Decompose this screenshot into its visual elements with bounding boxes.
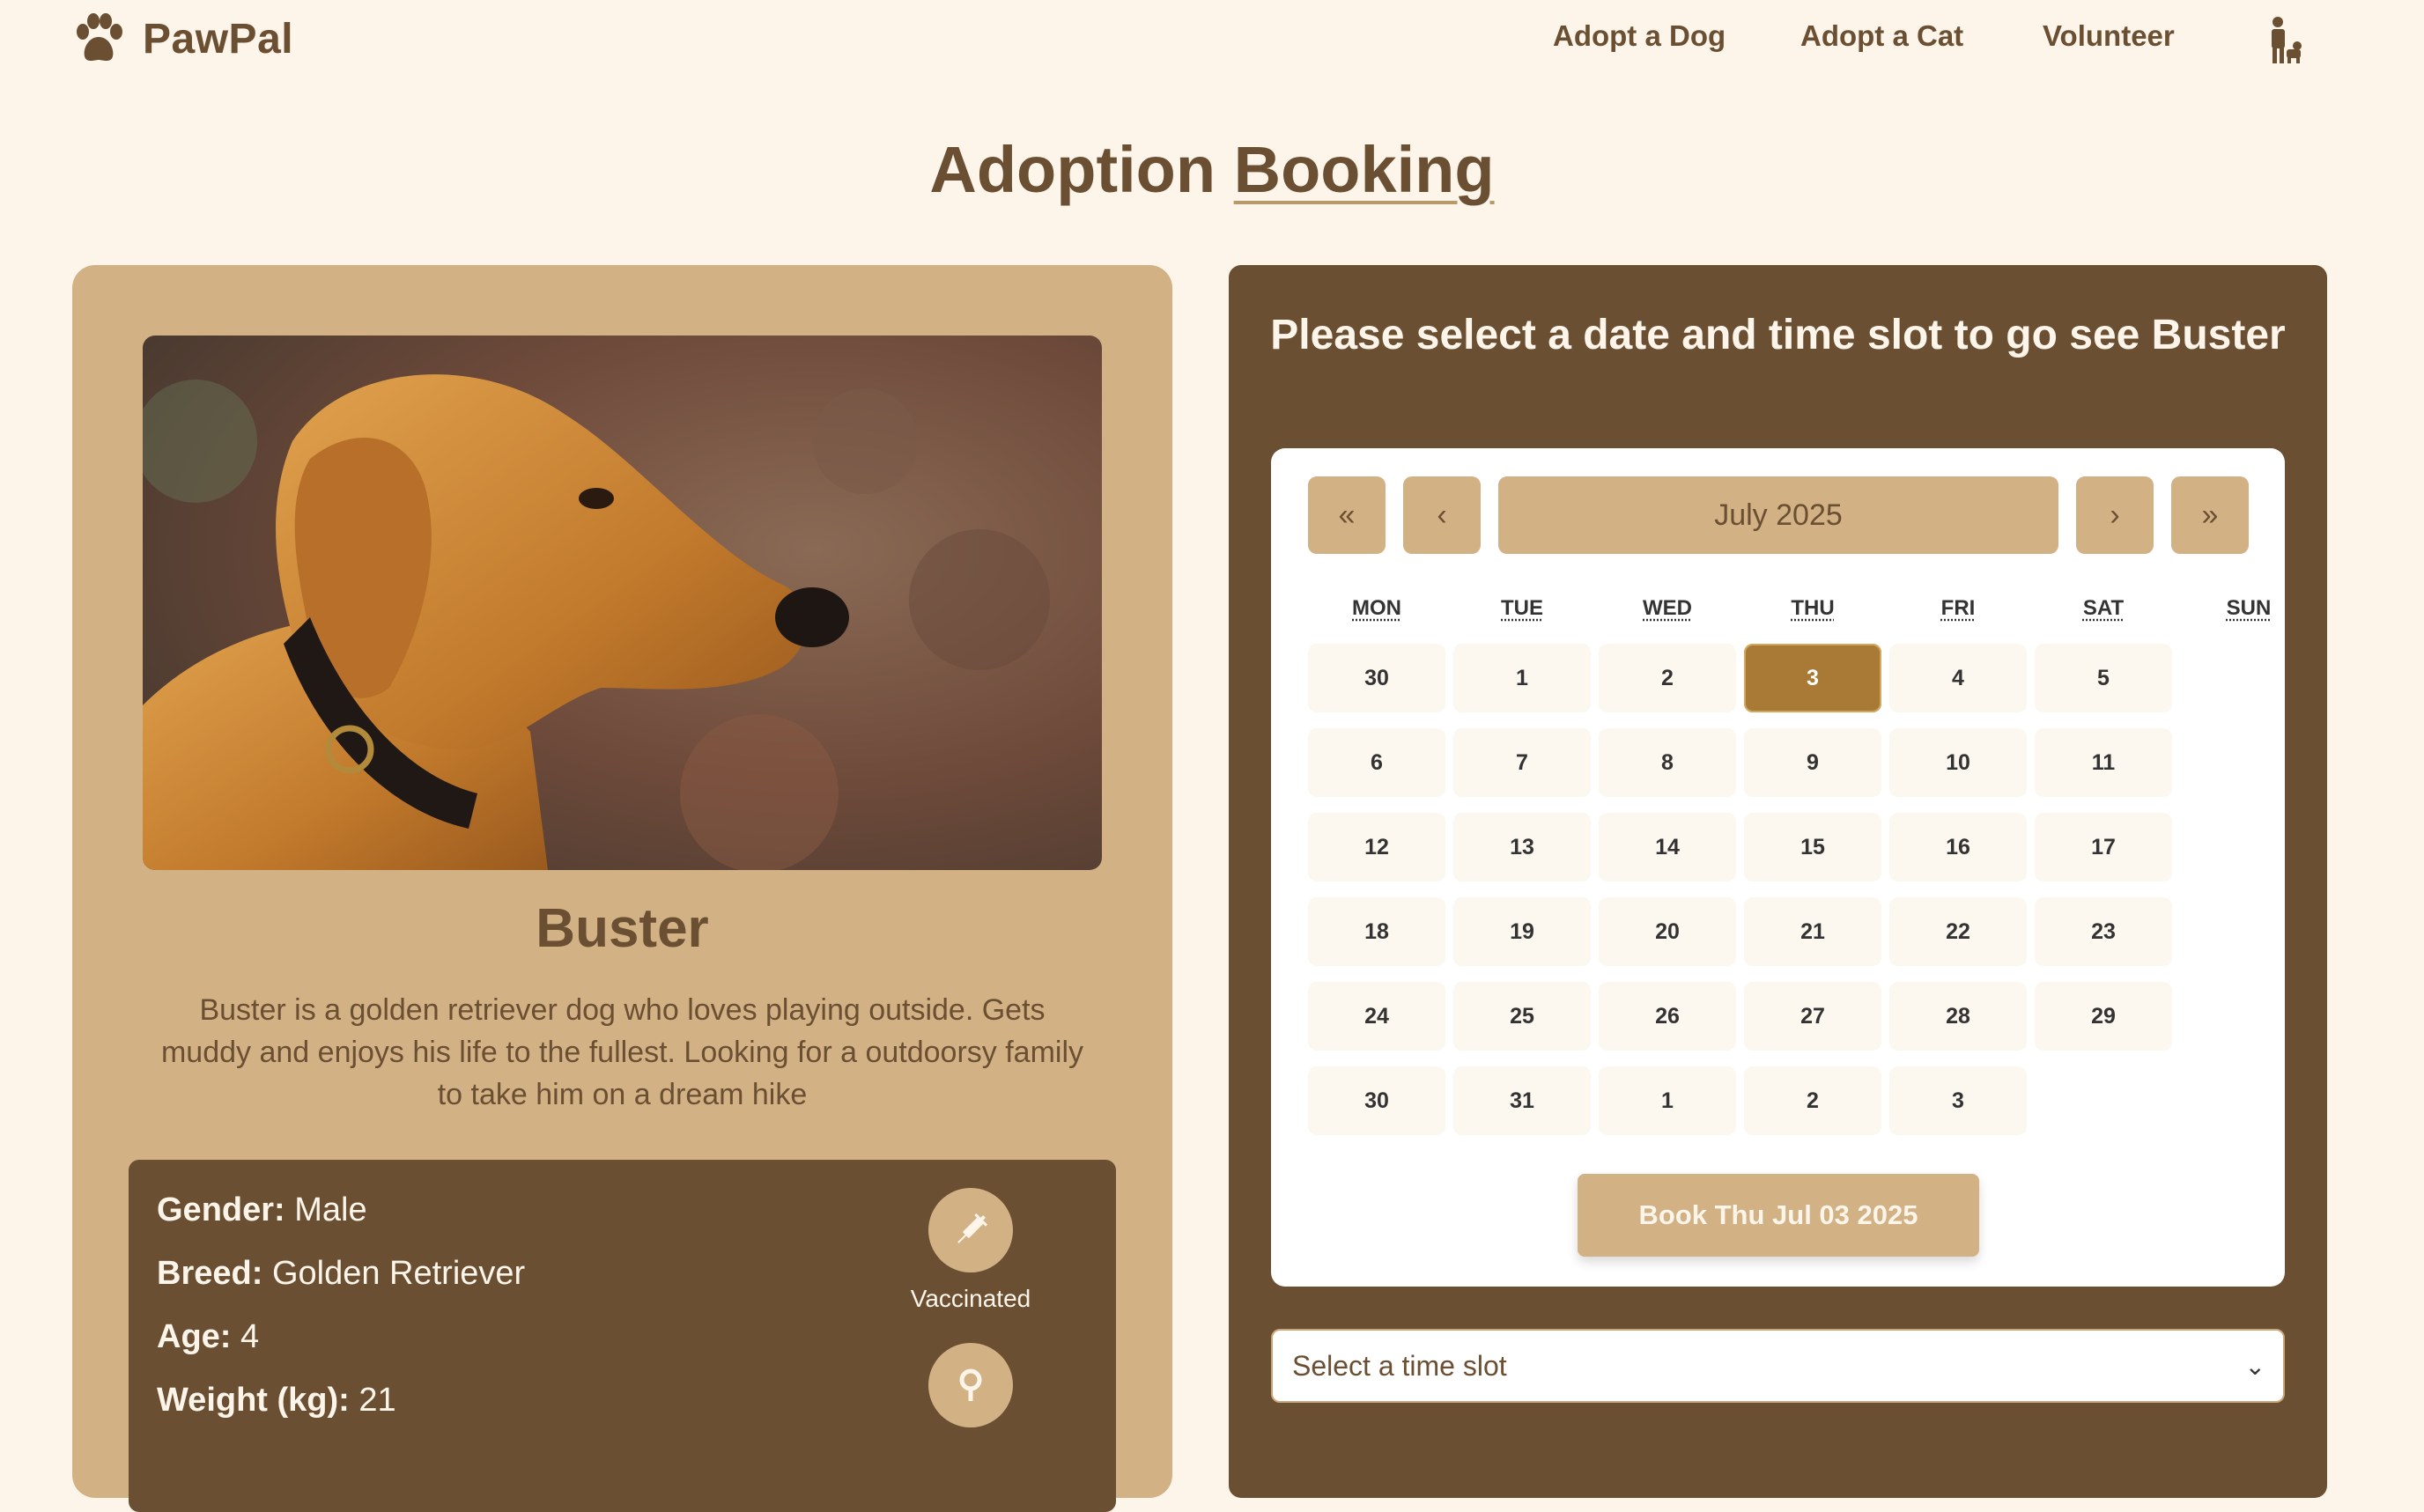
calendar-day[interactable]: 23 xyxy=(2035,897,2172,966)
calendar-day[interactable]: 2 xyxy=(1744,1066,1881,1135)
calendar-day[interactable]: 31 xyxy=(1453,1066,1591,1135)
prev-month-button[interactable]: ‹ xyxy=(1403,476,1481,554)
calendar-day[interactable]: 20 xyxy=(1599,897,1736,966)
calendar-day[interactable]: 26 xyxy=(1599,982,1736,1051)
detail-value: 4 xyxy=(240,1318,259,1355)
calendar-day[interactable]: 14 xyxy=(1599,813,1736,881)
calendar-day[interactable]: 2 xyxy=(1599,644,1736,712)
month-label-button[interactable]: July 2025 xyxy=(1498,476,2058,554)
neutered-badge xyxy=(928,1343,1013,1427)
brand-logo[interactable]: PawPal xyxy=(70,11,293,67)
weekday-label: SUN xyxy=(2227,596,2272,620)
calendar: « ‹ July 2025 › » MON TUE WED THU FRI SAT SUN … xyxy=(1271,448,2285,1287)
top-nav: PawPal Adopt a Dog Adopt a Cat Volunteer xyxy=(0,0,2424,85)
calendar-day[interactable]: 16 xyxy=(1889,813,2027,881)
page-title-main: Adoption xyxy=(929,133,1216,206)
calendar-day[interactable]: 8 xyxy=(1599,728,1736,797)
vaccinated-badge xyxy=(928,1188,1013,1272)
calendar-day[interactable]: 22 xyxy=(1889,897,2027,966)
weekday-tue: TUE xyxy=(1453,596,1591,621)
calendar-day[interactable]: 18 xyxy=(1308,897,1445,966)
weekday-label: SAT xyxy=(2083,596,2124,620)
detail-value: Male xyxy=(294,1191,366,1228)
calendar-day[interactable]: 10 xyxy=(1889,728,2027,797)
next-year-button[interactable]: » xyxy=(2171,476,2249,554)
weekday-label: FRI xyxy=(1941,596,1976,620)
page-title-underlined: Booking xyxy=(1234,133,1495,206)
detail-value: 21 xyxy=(358,1382,395,1419)
pet-name: Buster xyxy=(72,897,1172,960)
time-slot-select[interactable]: Select a time slot ⌄ xyxy=(1271,1329,2285,1403)
detail-gender: Gender: Male xyxy=(157,1191,367,1229)
detail-weight: Weight (kg): 21 xyxy=(157,1382,396,1420)
calendar-day[interactable]: 25 xyxy=(1453,982,1591,1051)
weekday-thu: THU xyxy=(1744,596,1881,621)
chevron-down-icon: ⌄ xyxy=(2245,1352,2265,1381)
book-button[interactable]: Book Thu Jul 03 2025 xyxy=(1578,1174,1979,1257)
calendar-day[interactable]: 28 xyxy=(1889,982,2027,1051)
next-month-button[interactable]: › xyxy=(2076,476,2154,554)
calendar-day[interactable]: 19 xyxy=(1453,897,1591,966)
weekday-label: THU xyxy=(1791,596,1834,620)
calendar-day[interactable]: 3 xyxy=(1744,644,1881,712)
person-with-dog-icon[interactable] xyxy=(2265,16,2304,65)
calendar-day[interactable]: 11 xyxy=(2035,728,2172,797)
neutered-icon xyxy=(951,1366,990,1405)
page-title: Adoption Booking xyxy=(0,132,2424,207)
calendar-day[interactable]: 15 xyxy=(1744,813,1881,881)
prev-year-button[interactable]: « xyxy=(1308,476,1386,554)
nav-volunteer[interactable]: Volunteer xyxy=(2043,19,2175,53)
detail-label: Gender: xyxy=(157,1191,285,1228)
weekday-label: MON xyxy=(1352,596,1401,620)
calendar-day[interactable]: 30 xyxy=(1308,644,1445,712)
weekday-fri: FRI xyxy=(1889,596,2027,621)
calendar-day[interactable]: 21 xyxy=(1744,897,1881,966)
calendar-day[interactable]: 12 xyxy=(1308,813,1445,881)
pet-description: Buster is a golden retriever dog who lov… xyxy=(160,989,1084,1116)
time-slot-placeholder: Select a time slot xyxy=(1292,1350,1507,1383)
brand-name: PawPal xyxy=(143,15,293,63)
syringe-icon xyxy=(950,1209,992,1251)
booking-card: Please select a date and time slot to go… xyxy=(1229,265,2327,1498)
detail-label: Breed: xyxy=(157,1255,262,1292)
weekday-label: WED xyxy=(1643,596,1692,620)
calendar-day[interactable]: 1 xyxy=(1599,1066,1736,1135)
pet-details: Gender: Male Breed: Golden Retriever Age… xyxy=(129,1160,1116,1512)
calendar-day[interactable]: 9 xyxy=(1744,728,1881,797)
weekday-sun: SUN xyxy=(2180,596,2317,621)
weekday-label: TUE xyxy=(1501,596,1543,620)
booking-heading: Please select a date and time slot to go… xyxy=(1264,307,2292,364)
calendar-day[interactable]: 13 xyxy=(1453,813,1591,881)
nav-adopt-cat[interactable]: Adopt a Cat xyxy=(1800,19,1963,53)
calendar-day[interactable]: 1 xyxy=(1453,644,1591,712)
calendar-day[interactable]: 24 xyxy=(1308,982,1445,1051)
detail-breed: Breed: Golden Retriever xyxy=(157,1255,525,1293)
calendar-day[interactable]: 5 xyxy=(2035,644,2172,712)
weekday-mon: MON xyxy=(1308,596,1445,621)
weekday-sat: SAT xyxy=(2035,596,2172,621)
calendar-day[interactable]: 6 xyxy=(1308,728,1445,797)
calendar-day[interactable]: 3 xyxy=(1889,1066,2027,1135)
pet-card: Buster Buster is a golden retriever dog … xyxy=(72,265,1172,1498)
calendar-day[interactable]: 29 xyxy=(2035,982,2172,1051)
paw-icon xyxy=(70,11,127,67)
calendar-day[interactable]: 17 xyxy=(2035,813,2172,881)
weekday-wed: WED xyxy=(1599,596,1736,621)
calendar-day[interactable]: 30 xyxy=(1308,1066,1445,1135)
calendar-day[interactable]: 27 xyxy=(1744,982,1881,1051)
nav-adopt-dog[interactable]: Adopt a Dog xyxy=(1553,19,1726,53)
golden-retriever-photo xyxy=(143,336,1102,870)
calendar-day[interactable]: 7 xyxy=(1453,728,1591,797)
vaccinated-label: Vaccinated xyxy=(868,1285,1073,1313)
calendar-day[interactable]: 4 xyxy=(1889,644,2027,712)
detail-value: Golden Retriever xyxy=(272,1255,525,1292)
detail-age: Age: 4 xyxy=(157,1318,259,1356)
detail-label: Weight (kg): xyxy=(157,1382,350,1419)
detail-label: Age: xyxy=(157,1318,231,1355)
